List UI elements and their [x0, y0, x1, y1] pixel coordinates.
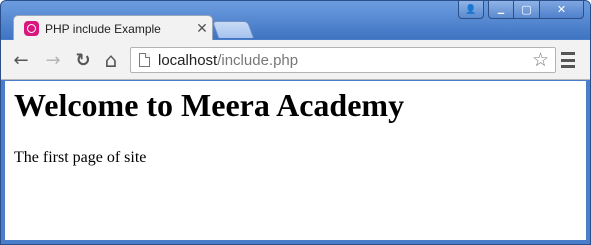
- bookmark-star-icon[interactable]: ☆: [532, 49, 549, 71]
- user-icon: 👤: [465, 4, 477, 15]
- close-window-button[interactable]: ✕: [540, 1, 584, 19]
- browser-window: 👤 ▁ ▢ ✕ PHP include Example ✕ ← → ↻ ⌂ lo…: [0, 0, 591, 245]
- reload-icon: ↻: [75, 49, 91, 71]
- page-heading: Welcome to Meera Academy: [14, 87, 405, 123]
- address-bar[interactable]: localhost /include.php ☆: [130, 47, 556, 73]
- page-icon: [139, 53, 150, 67]
- maximize-button[interactable]: ▢: [514, 1, 540, 19]
- tab-php-include-example[interactable]: PHP include Example ✕: [13, 15, 213, 41]
- tab-title: PHP include Example: [45, 21, 161, 36]
- tab-close-icon[interactable]: ✕: [192, 21, 212, 37]
- minimize-icon: ▁: [497, 5, 505, 14]
- back-button[interactable]: ←: [9, 48, 33, 72]
- page-paragraph: The first page of site: [14, 149, 147, 166]
- menu-button[interactable]: [561, 52, 575, 68]
- forward-button[interactable]: →: [41, 48, 65, 72]
- window-bottom-border: [1, 240, 590, 244]
- forward-arrow-icon: →: [45, 49, 61, 71]
- close-icon: ✕: [556, 3, 567, 16]
- wamp-icon: [24, 21, 39, 36]
- new-tab-button[interactable]: [211, 21, 255, 38]
- home-button[interactable]: ⌂: [99, 48, 123, 72]
- menu-icon: [561, 52, 575, 55]
- maximize-icon: ▢: [521, 3, 532, 16]
- browser-toolbar: ← → ↻ ⌂ localhost /include.php ☆: [1, 40, 590, 80]
- profile-button[interactable]: 👤: [458, 1, 484, 19]
- minimize-button[interactable]: ▁: [488, 1, 514, 19]
- url-host: localhost: [158, 51, 218, 69]
- back-arrow-icon: ←: [13, 49, 29, 71]
- home-icon: ⌂: [104, 48, 118, 72]
- page-content: Welcome to Meera Academy The first page …: [5, 81, 586, 241]
- reload-button[interactable]: ↻: [71, 48, 95, 72]
- url-path: /include.php: [217, 51, 299, 69]
- window-controls: 👤 ▁ ▢ ✕: [458, 1, 584, 19]
